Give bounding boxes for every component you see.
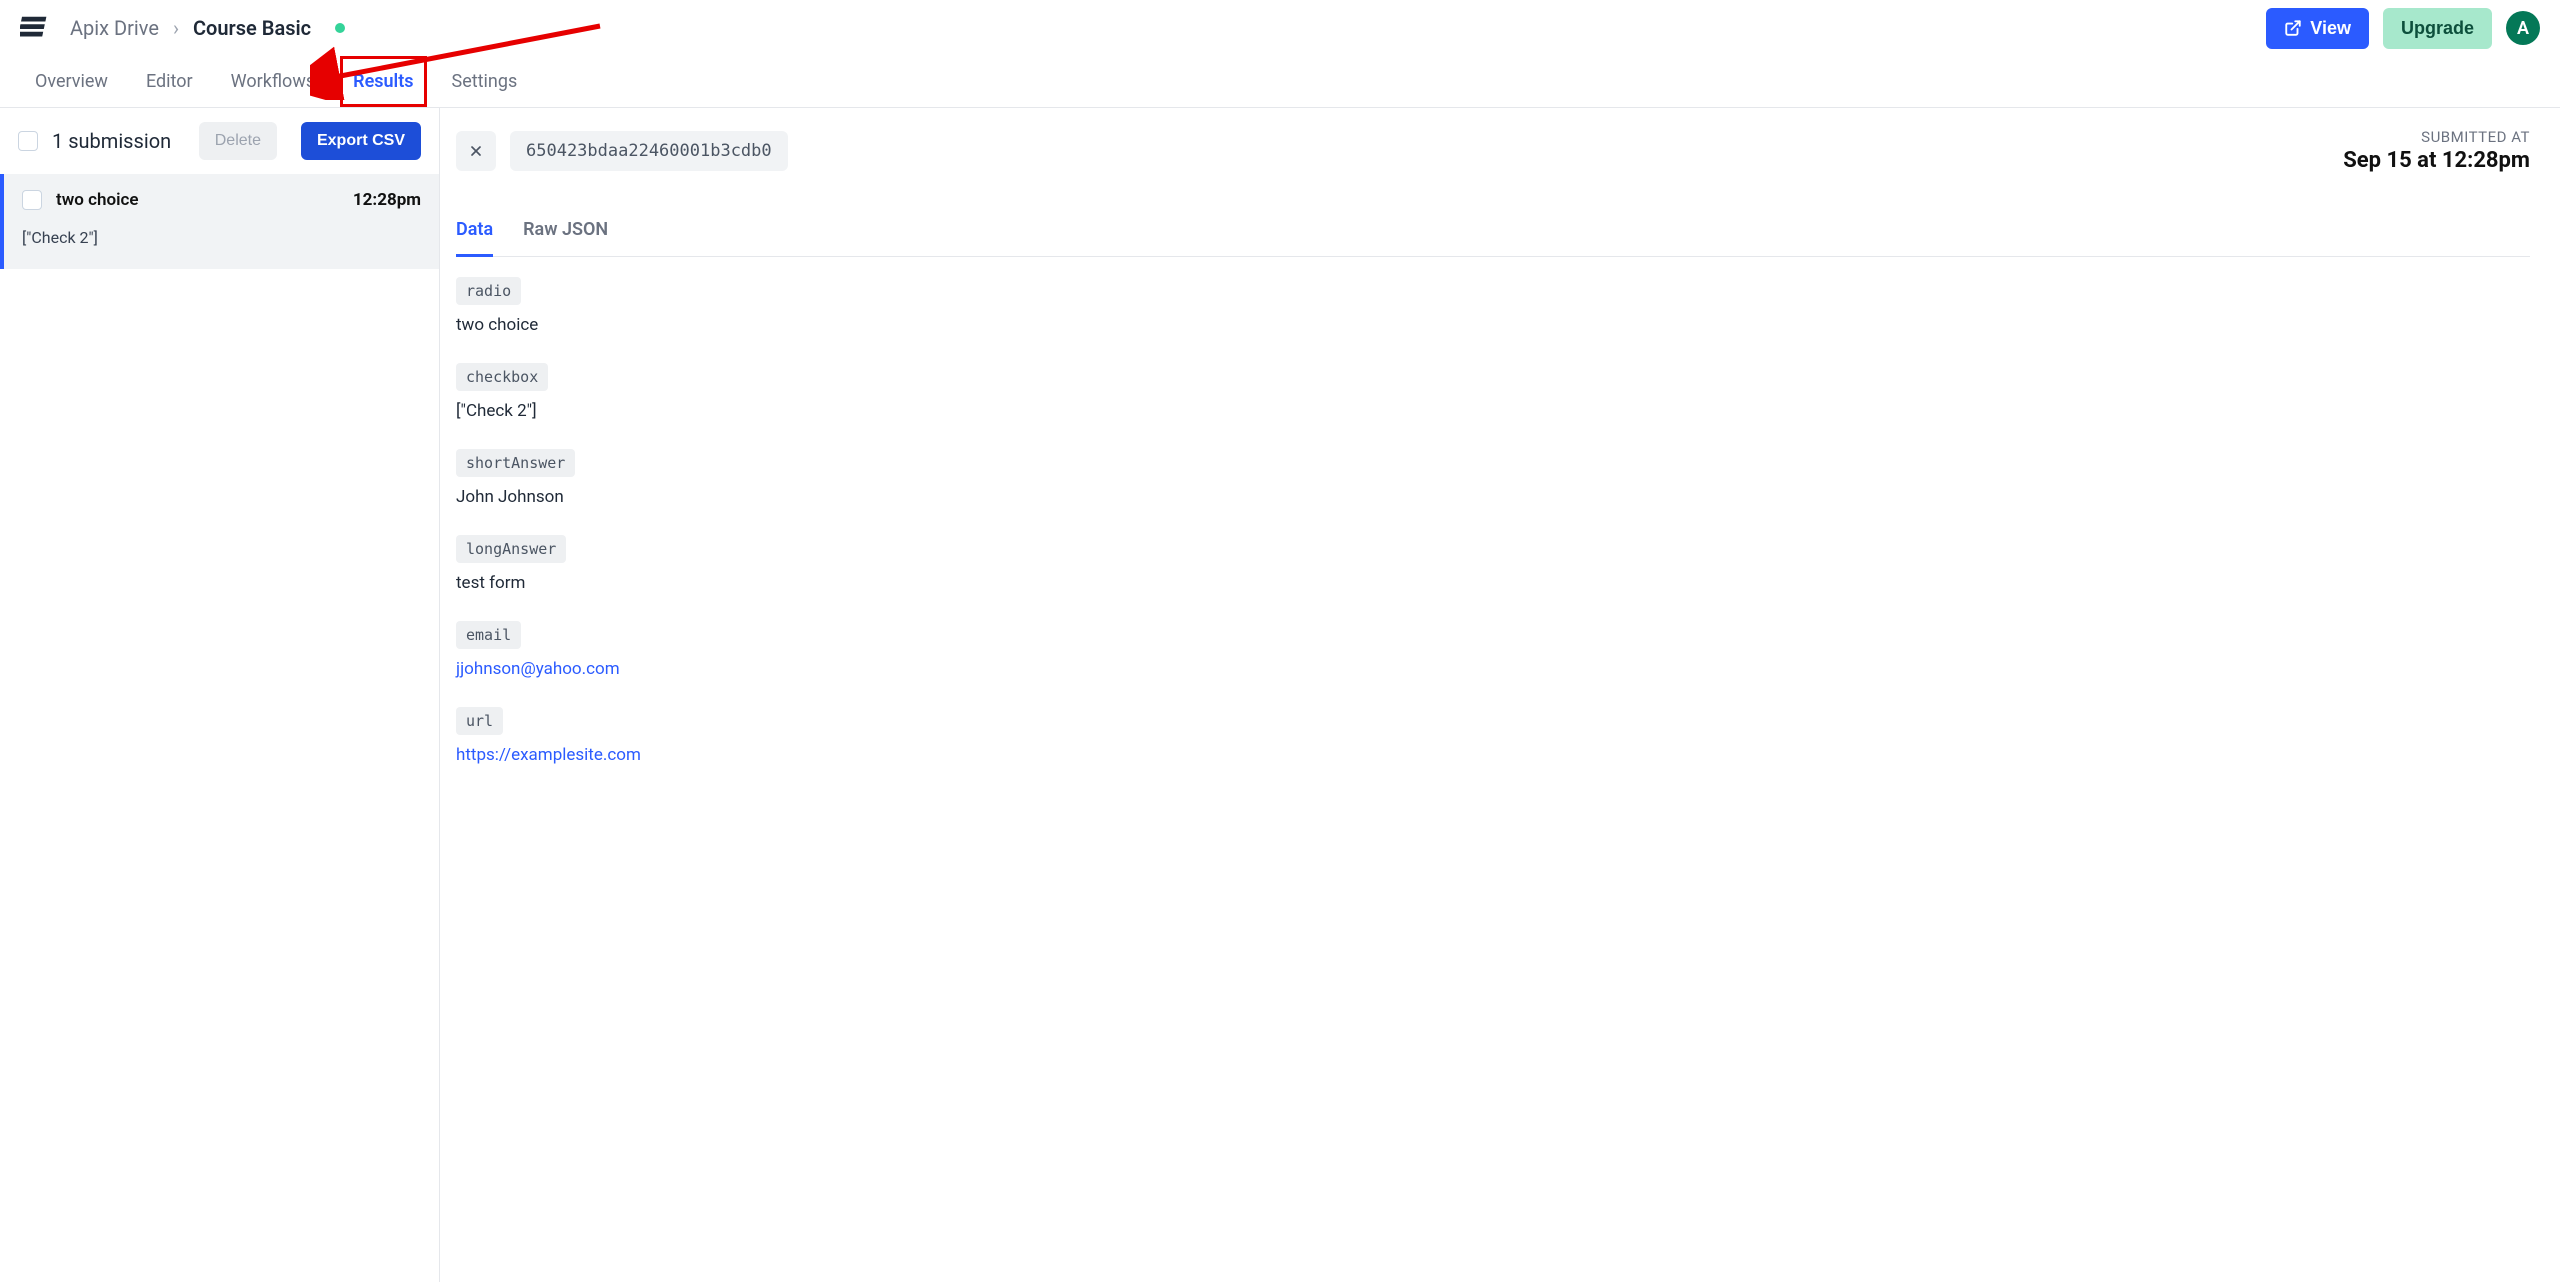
tab-workflows[interactable]: Workflows	[218, 56, 329, 107]
field: radio two choice	[456, 277, 1456, 335]
tab-editor[interactable]: Editor	[133, 56, 206, 107]
main-tabs: Overview Editor Workflows Results Settin…	[0, 56, 2560, 108]
submitted-label: SUBMITTED AT	[2343, 128, 2530, 146]
upgrade-label: Upgrade	[2401, 18, 2474, 39]
select-all-checkbox[interactable]	[18, 131, 38, 151]
submission-preview: ["Check 2"]	[22, 228, 421, 247]
field: checkbox ["Check 2"]	[456, 363, 1456, 421]
field: email jjohnson@yahoo.com	[456, 621, 1456, 679]
chevron-right-icon: ›	[173, 16, 179, 40]
field-key: radio	[456, 277, 521, 305]
submission-count: 1 submission	[52, 129, 185, 153]
field-key: shortAnswer	[456, 449, 575, 477]
field-value: test form	[456, 573, 1456, 593]
tab-settings[interactable]: Settings	[439, 56, 531, 107]
field-value: two choice	[456, 315, 1456, 335]
submission-checkbox[interactable]	[22, 190, 42, 210]
field-value[interactable]: https://examplesite.com	[456, 745, 1456, 765]
breadcrumb: Apix Drive › Course Basic	[70, 16, 345, 40]
detail-header: 650423bdaa22460001b3cdb0 SUBMITTED AT Se…	[456, 128, 2530, 173]
field: longAnswer test form	[456, 535, 1456, 593]
field-key: checkbox	[456, 363, 548, 391]
tab-results[interactable]: Results	[340, 56, 426, 107]
submissions-panel: 1 submission Delete Export CSV two choic…	[0, 108, 440, 1282]
delete-button[interactable]: Delete	[199, 122, 277, 160]
close-detail-button[interactable]	[456, 131, 496, 171]
field-value: John Johnson	[456, 487, 1456, 507]
field-value: ["Check 2"]	[456, 401, 1456, 421]
external-link-icon	[2284, 19, 2302, 37]
list-header: 1 submission Delete Export CSV	[0, 108, 439, 174]
field-key: url	[456, 707, 503, 735]
submission-time: 12:28pm	[353, 190, 421, 210]
main-split: 1 submission Delete Export CSV two choic…	[0, 108, 2560, 1282]
submitted-time: Sep 15 at 12:28pm	[2343, 148, 2530, 173]
detail-tab-raw-json[interactable]: Raw JSON	[523, 209, 608, 256]
breadcrumb-root[interactable]: Apix Drive	[70, 16, 159, 40]
field-value[interactable]: jjohnson@yahoo.com	[456, 659, 1456, 679]
detail-tabs: Data Raw JSON	[456, 209, 2530, 257]
field-key: email	[456, 621, 521, 649]
close-icon	[468, 143, 484, 159]
view-label: View	[2310, 18, 2351, 39]
field: url https://examplesite.com	[456, 707, 1456, 765]
status-dot	[335, 23, 345, 33]
submission-title: two choice	[56, 190, 339, 210]
avatar[interactable]: A	[2506, 11, 2540, 45]
submission-detail: 650423bdaa22460001b3cdb0 SUBMITTED AT Se…	[440, 108, 2560, 1282]
app-header: Apix Drive › Course Basic View Upgrade A	[0, 0, 2560, 56]
field-list: radio two choice checkbox ["Check 2"] shortA…	[456, 277, 1456, 765]
submission-row-top: two choice 12:28pm	[22, 190, 421, 210]
breadcrumb-current: Course Basic	[193, 16, 311, 40]
submission-id: 650423bdaa22460001b3cdb0	[510, 131, 788, 171]
submitted-at: SUBMITTED AT Sep 15 at 12:28pm	[2343, 128, 2530, 173]
upgrade-button[interactable]: Upgrade	[2383, 8, 2492, 49]
detail-tab-data[interactable]: Data	[456, 209, 493, 257]
tab-overview[interactable]: Overview	[22, 56, 121, 107]
view-button[interactable]: View	[2266, 8, 2369, 49]
submission-row[interactable]: two choice 12:28pm ["Check 2"]	[0, 174, 439, 269]
logo-icon	[20, 13, 50, 43]
app-logo[interactable]	[20, 13, 50, 43]
field: shortAnswer John Johnson	[456, 449, 1456, 507]
export-csv-button[interactable]: Export CSV	[301, 122, 421, 160]
field-key: longAnswer	[456, 535, 566, 563]
